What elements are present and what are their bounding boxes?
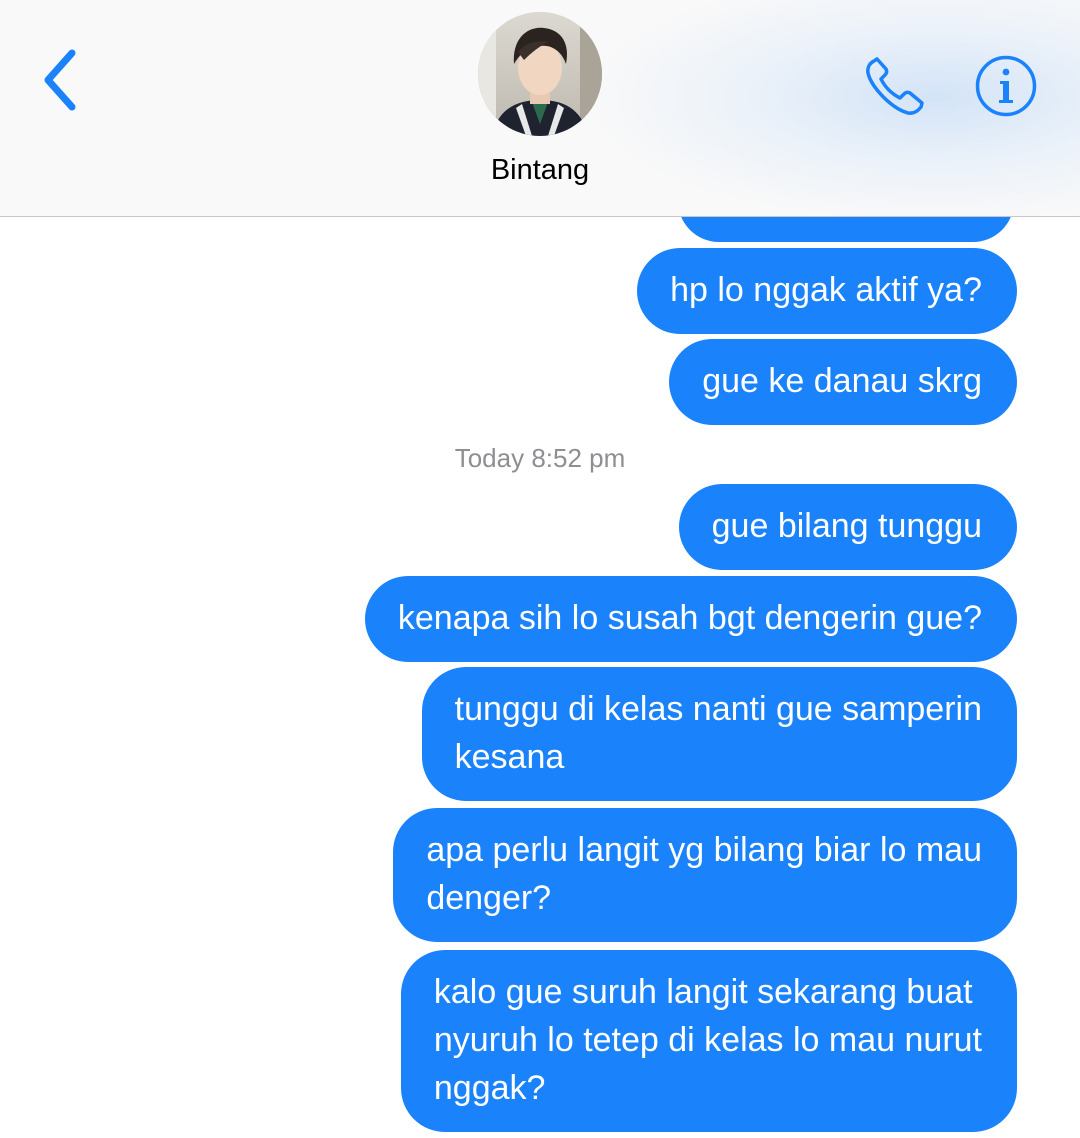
message-text-line: nggak? [433, 1069, 546, 1107]
phone-icon [866, 57, 924, 115]
message-text-line: denger? [426, 879, 552, 917]
conversation-header: Bintang [0, 0, 1080, 217]
message-text: kenapa sih lo susah bgt dengerin gue? [397, 599, 982, 637]
message-text-line: apa perlu langit yg bilang biar lo mau [426, 831, 982, 869]
chat-screen: hp lo nggak aktif ya? gue ke danau skrg … [0, 0, 1080, 1138]
message-bubble[interactable]: gue bilang tunggu [678, 484, 1017, 570]
avatar-photo [478, 12, 602, 136]
message-bubble[interactable]: gue ke danau skrg [669, 339, 1017, 425]
message-text: hp lo nggak aktif ya? [670, 271, 982, 309]
call-button[interactable] [856, 48, 936, 124]
contact-avatar[interactable] [478, 12, 602, 136]
message-bubble[interactable]: tunggu di kelas nanti gue samperin kesan… [421, 667, 1017, 801]
back-button[interactable] [30, 42, 90, 118]
info-button[interactable] [968, 48, 1044, 124]
chevron-left-icon [44, 49, 76, 111]
message-timestamp: Today 8:52 pm [454, 443, 626, 473]
info-icon [975, 55, 1037, 117]
message-text-line: kalo gue suruh langit sekarang buat [433, 973, 973, 1011]
message-bubble[interactable]: kalo gue suruh langit sekarang buat nyur… [400, 950, 1017, 1132]
message-text-line: nyuruh lo tetep di kelas lo mau nurut [433, 1021, 982, 1059]
message-text: gue bilang tunggu [711, 507, 982, 545]
message-text: gue ke danau skrg [702, 362, 982, 400]
contact-name[interactable]: Bintang [440, 154, 640, 187]
message-text-line: tunggu di kelas nanti gue samperin [454, 690, 982, 728]
message-text-line: kesana [454, 738, 565, 776]
message-bubble[interactable]: kenapa sih lo susah bgt dengerin gue? [364, 576, 1017, 662]
message-bubble[interactable]: hp lo nggak aktif ya? [637, 248, 1017, 334]
message-bubble[interactable]: apa perlu langit yg bilang biar lo mau d… [393, 808, 1017, 942]
